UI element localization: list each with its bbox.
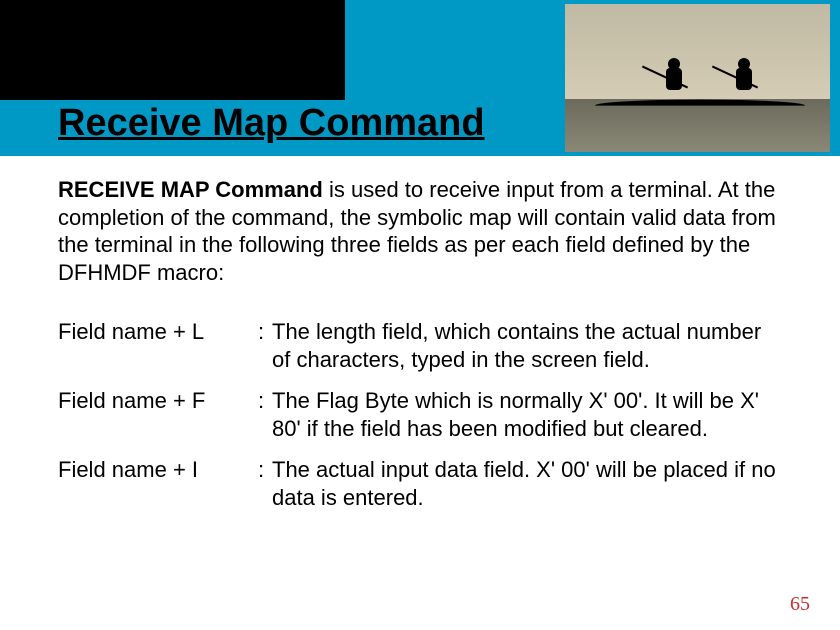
field-row: Field name + L : The length field, which… [58, 318, 782, 373]
header-image-rower-2 [730, 58, 756, 98]
field-row: Field name + F : The Flag Byte which is … [58, 387, 782, 442]
field-desc: The Flag Byte which is normally X' 00'. … [272, 387, 782, 442]
field-colon: : [258, 318, 272, 373]
field-desc: The actual input data field. X' 00' will… [272, 456, 782, 511]
header-image-rower-1 [660, 58, 686, 98]
intro-paragraph: RECEIVE MAP Command is used to receive i… [58, 176, 782, 286]
page-title: Receive Map Command [58, 102, 485, 145]
intro-lead: RECEIVE MAP Command [58, 177, 323, 202]
field-desc: The length field, which contains the act… [272, 318, 782, 373]
field-label: Field name + I [58, 456, 258, 511]
field-label: Field name + L [58, 318, 258, 373]
field-colon: : [258, 387, 272, 442]
field-row: Field name + I : The actual input data f… [58, 456, 782, 511]
header-image-boat [595, 100, 805, 106]
header-image-sky [565, 4, 830, 99]
slide: Receive Map Command RECEIVE MAP Command … [0, 0, 840, 630]
field-label: Field name + F [58, 387, 258, 442]
header-image-water [565, 99, 830, 152]
header-black-block [0, 0, 345, 100]
field-table: Field name + L : The length field, which… [58, 318, 782, 525]
field-colon: : [258, 456, 272, 511]
header-image [565, 4, 830, 152]
page-number: 65 [790, 593, 810, 616]
